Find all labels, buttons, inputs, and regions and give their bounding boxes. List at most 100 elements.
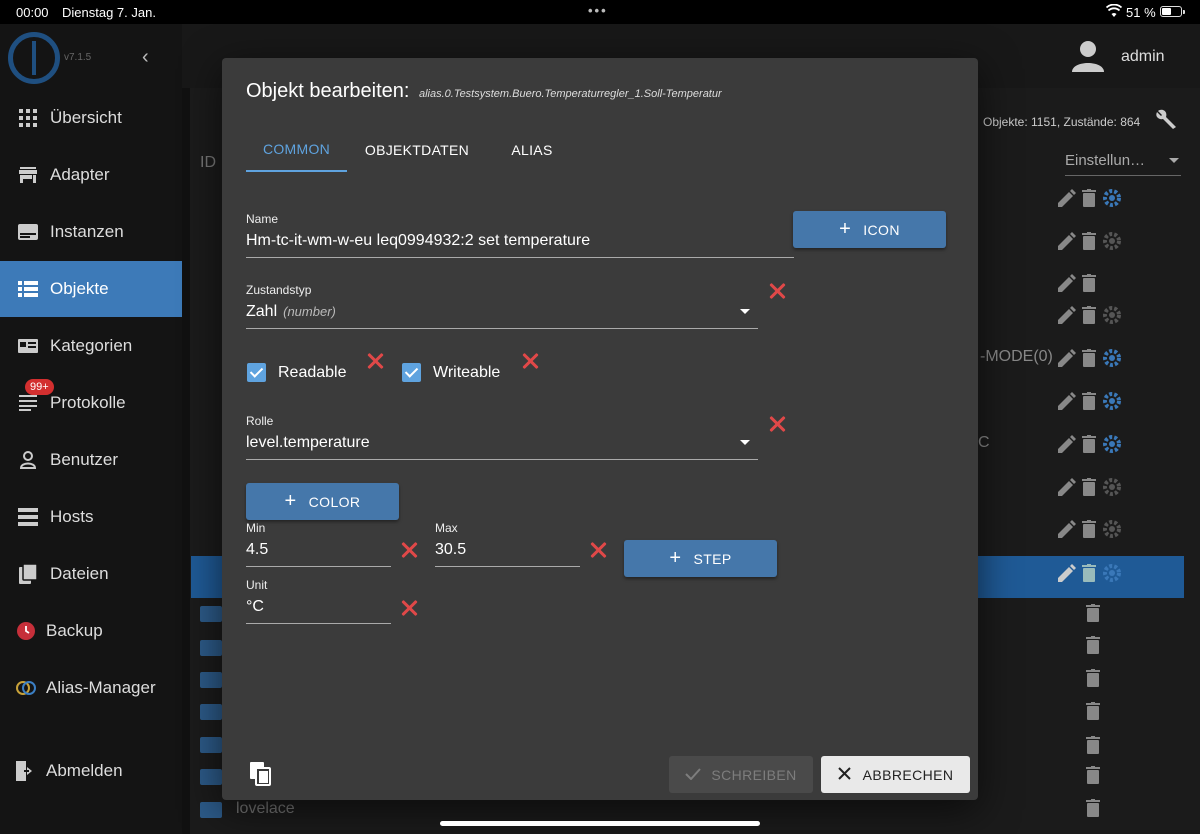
clear-state-type-icon[interactable] xyxy=(767,281,787,301)
edit-icon[interactable] xyxy=(1058,520,1076,543)
sidebar-item-backup[interactable]: Backup xyxy=(0,603,182,659)
role-label: Rolle xyxy=(246,414,274,428)
edit-icon[interactable] xyxy=(1058,564,1076,587)
tab-alias[interactable]: ALIAS xyxy=(487,128,577,172)
sidebar-item-dateien[interactable]: Dateien xyxy=(0,546,182,602)
clear-max-icon[interactable] xyxy=(588,540,608,560)
add-step-button[interactable]: + STEP xyxy=(624,540,777,577)
gear-icon[interactable] xyxy=(1102,231,1122,256)
row-actions xyxy=(1086,702,1100,725)
gear-icon[interactable] xyxy=(1102,305,1122,330)
edit-icon[interactable] xyxy=(1058,392,1076,415)
state-type-field[interactable]: Zustandstyp Zahl (number) xyxy=(246,283,758,329)
sidebar-item-label: Übersicht xyxy=(50,108,122,127)
folder-icon[interactable] xyxy=(200,672,222,688)
folder-icon[interactable] xyxy=(200,737,222,753)
wrench-icon[interactable] xyxy=(1154,108,1178,137)
trash-icon[interactable] xyxy=(1086,636,1100,659)
multitask-dots-icon[interactable]: ••• xyxy=(588,3,608,18)
readable-checkbox[interactable]: Readable xyxy=(247,363,347,382)
gear-icon[interactable] xyxy=(1102,563,1122,588)
folder-icon[interactable] xyxy=(200,640,222,656)
role-select[interactable]: level.temperature xyxy=(246,434,758,460)
name-input[interactable]: Hm-tc-it-wm-w-eu leq0994932:2 set temper… xyxy=(246,232,794,258)
collapse-sidebar-icon[interactable]: ‹ xyxy=(142,46,149,69)
add-color-button[interactable]: + COLOR xyxy=(246,483,399,520)
settings-select[interactable]: Einstellun… xyxy=(1065,152,1181,176)
sidebar-item-alias-manager[interactable]: Alias-Manager xyxy=(0,660,182,716)
gear-icon[interactable] xyxy=(1102,434,1122,459)
avatar-icon[interactable] xyxy=(1072,40,1104,77)
clear-min-icon[interactable] xyxy=(399,540,419,560)
role-field[interactable]: Rolle level.temperature xyxy=(246,414,758,460)
folder-icon[interactable] xyxy=(200,802,222,818)
trash-icon[interactable] xyxy=(1082,306,1096,329)
edit-icon[interactable] xyxy=(1058,274,1076,297)
sidebar-item-protokolle[interactable]: Protokolle 99+ xyxy=(0,375,182,431)
clear-role-icon[interactable] xyxy=(767,414,787,434)
max-field[interactable]: Max 30.5 xyxy=(435,521,580,567)
trash-icon[interactable] xyxy=(1086,736,1100,759)
trash-icon[interactable] xyxy=(1082,392,1096,415)
edit-icon[interactable] xyxy=(1058,349,1076,372)
trash-icon[interactable] xyxy=(1082,478,1096,501)
sidebar-item-benutzer[interactable]: Benutzer xyxy=(0,432,182,488)
user-name[interactable]: admin xyxy=(1121,48,1165,66)
id-column-header[interactable]: ID xyxy=(200,154,216,172)
dialog-object-path: alias.0.Testsystem.Buero.Temperaturregle… xyxy=(419,88,722,100)
sidebar-item-kategorien[interactable]: Kategorien xyxy=(0,318,182,374)
clear-writeable-icon[interactable] xyxy=(520,351,540,371)
min-input[interactable]: 4.5 xyxy=(246,541,391,567)
add-icon-button[interactable]: + ICON xyxy=(793,211,946,248)
min-field[interactable]: Min 4.5 xyxy=(246,521,391,567)
name-field[interactable]: Name Hm-tc-it-wm-w-eu leq0994932:2 set t… xyxy=(246,212,794,258)
tab-common[interactable]: COMMON xyxy=(246,128,347,172)
cancel-button[interactable]: ABBRECHEN xyxy=(821,756,970,793)
unit-input[interactable]: °C xyxy=(246,598,391,624)
sidebar-item-hosts[interactable]: Hosts xyxy=(0,489,182,545)
trash-icon[interactable] xyxy=(1082,232,1096,255)
write-button[interactable]: SCHREIBEN xyxy=(669,756,813,793)
edit-icon[interactable] xyxy=(1058,306,1076,329)
unit-field[interactable]: Unit °C xyxy=(246,578,391,624)
trash-icon[interactable] xyxy=(1082,349,1096,372)
folder-icon[interactable] xyxy=(200,769,222,785)
trash-icon[interactable] xyxy=(1082,189,1096,212)
sidebar-item-uebersicht[interactable]: Übersicht xyxy=(0,90,182,146)
folder-icon[interactable] xyxy=(200,606,222,622)
trash-icon[interactable] xyxy=(1086,799,1100,822)
sidebar-item-objekte[interactable]: Objekte xyxy=(0,261,182,317)
trash-icon[interactable] xyxy=(1086,669,1100,692)
trash-icon[interactable] xyxy=(1082,435,1096,458)
trash-icon[interactable] xyxy=(1086,702,1100,725)
gear-icon[interactable] xyxy=(1102,188,1122,213)
edit-icon[interactable] xyxy=(1058,232,1076,255)
sidebar-item-abmelden[interactable]: Abmelden xyxy=(0,743,182,799)
edit-icon[interactable] xyxy=(1058,478,1076,501)
home-indicator[interactable] xyxy=(440,821,760,826)
tree-item-lovelace[interactable]: lovelace xyxy=(236,800,295,818)
writeable-checkbox[interactable]: Writeable xyxy=(402,363,500,382)
folder-icon[interactable] xyxy=(200,704,222,720)
tab-objektdaten[interactable]: OBJEKTDATEN xyxy=(347,128,487,172)
trash-icon[interactable] xyxy=(1086,604,1100,627)
trash-icon[interactable] xyxy=(1082,274,1096,297)
trash-icon[interactable] xyxy=(1086,766,1100,789)
copy-icon[interactable] xyxy=(250,762,272,791)
edit-icon[interactable] xyxy=(1058,189,1076,212)
max-input[interactable]: 30.5 xyxy=(435,541,580,567)
gear-icon[interactable] xyxy=(1102,477,1122,502)
gear-icon[interactable] xyxy=(1102,391,1122,416)
readable-label: Readable xyxy=(278,363,347,381)
gear-icon[interactable] xyxy=(1102,348,1122,373)
clear-unit-icon[interactable] xyxy=(399,598,419,618)
sidebar-item-instanzen[interactable]: Instanzen xyxy=(0,204,182,260)
sidebar-item-adapter[interactable]: Adapter xyxy=(0,147,182,203)
clear-readable-icon[interactable] xyxy=(365,351,385,371)
trash-icon[interactable] xyxy=(1082,520,1096,543)
trash-icon[interactable] xyxy=(1082,564,1096,587)
state-type-select[interactable]: Zahl (number) xyxy=(246,303,758,329)
wifi-icon xyxy=(1106,4,1122,17)
edit-icon[interactable] xyxy=(1058,435,1076,458)
gear-icon[interactable] xyxy=(1102,519,1122,544)
